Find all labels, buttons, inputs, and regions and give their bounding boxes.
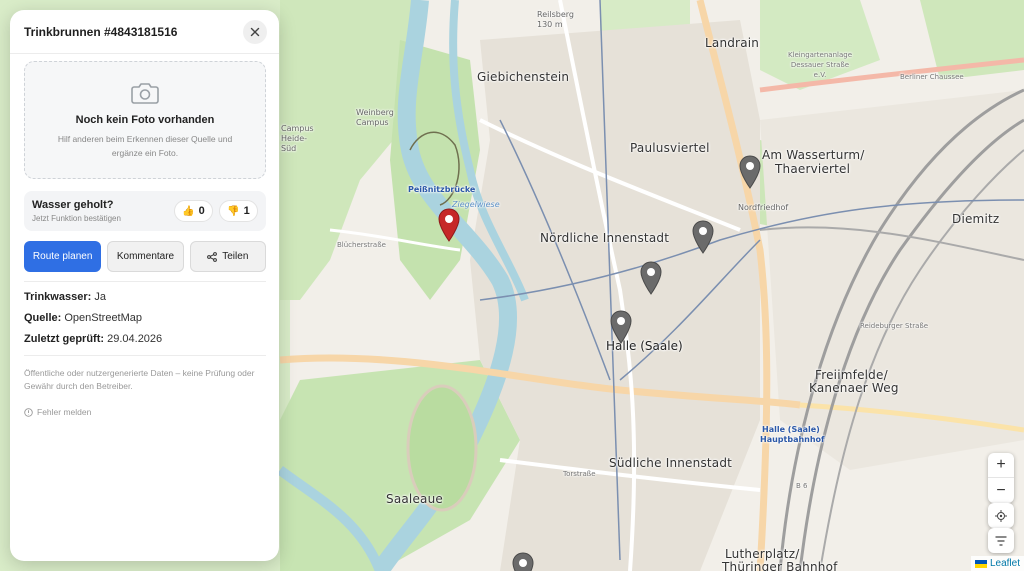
map-label-noerdliche-innenstadt: Nördliche Innenstadt [540, 231, 670, 245]
zoom-in-button[interactable]: + [988, 453, 1014, 478]
map-label-hbf-2: Hauptbahnhof [760, 435, 825, 444]
water-feedback: Wasser geholt? Jetzt Funktion bestätigen… [24, 191, 266, 231]
zoom-out-button[interactable]: − [988, 478, 1014, 503]
map-label-landrain: Landrain [705, 36, 760, 50]
ukraine-flag-icon [974, 559, 987, 568]
map-marker[interactable] [512, 552, 534, 571]
attribution-link[interactable]: Leaflet [990, 558, 1020, 569]
map-label-lutherplatz-1: Lutherplatz/ [725, 547, 800, 561]
map-label-giebichenstein: Giebichenstein [477, 70, 570, 84]
route-button[interactable]: Route planen [24, 241, 102, 272]
panel-title: Trinkbrunnen #4843181516 [24, 24, 178, 39]
thumbs-down-icon: 👎 [227, 205, 240, 217]
info-row-last-checked: Zuletzt geprüft: 29.04.2026 [24, 333, 265, 345]
map-label-kleingarten: Kleingartenanlage Dessauer Straße e.V. [787, 51, 853, 79]
map-label-weinberg: Weinberg Campus [356, 108, 394, 127]
share-label: Teilen [222, 251, 249, 262]
photo-empty-title: Noch kein Foto vorhanden [75, 114, 215, 126]
share-icon [207, 251, 218, 262]
report-error-label: Fehler melden [37, 407, 92, 417]
info-circle-icon [24, 407, 33, 417]
map-label-bluecherstrasse: Blücherstraße [337, 241, 386, 249]
map-label-b6: B 6 [796, 482, 808, 490]
camera-icon [131, 83, 159, 104]
disclaimer-text: Öffentliche oder nutzergenerierte Daten … [24, 368, 255, 391]
map-label-lutherplatz-2: Thüringer Bahnhof [722, 560, 838, 571]
share-button[interactable]: Teilen [189, 241, 266, 272]
close-button[interactable] [243, 19, 267, 44]
divider [24, 355, 266, 356]
map-label-reideburger: Reideburger Straße [860, 322, 929, 330]
close-icon [250, 27, 260, 36]
locate-icon [995, 509, 1007, 522]
info-label: Quelle: [24, 312, 62, 324]
info-list: Trinkwasser: Ja Quelle: OpenStreetMap Zu… [24, 291, 265, 345]
info-row-source: Quelle: OpenStreetMap [24, 312, 265, 324]
map-label-berliner-chaussee: Berliner Chaussee [900, 73, 964, 81]
locate-button[interactable] [988, 503, 1014, 528]
map-label-diemitz: Diemitz [952, 212, 1000, 226]
thumbs-up-icon: 👍 [182, 205, 195, 217]
thumbs-down-button[interactable]: 👎 1 [219, 200, 258, 222]
info-value: 29.04.2026 [107, 333, 163, 345]
filter-icon [995, 535, 1007, 546]
thumbs-down-count: 1 [243, 205, 250, 217]
zoom-control: + − [988, 453, 1014, 503]
map-label-wasserturm-2: Thaerviertel [775, 162, 851, 176]
info-value: Ja [94, 291, 106, 303]
water-hint: Jetzt Funktion bestätigen [32, 214, 121, 223]
water-question: Wasser geholt? [32, 199, 114, 211]
map-label-paulusviertel: Paulusviertel [630, 141, 710, 155]
info-label: Zuletzt geprüft: [24, 333, 105, 345]
info-label: Trinkwasser: [24, 291, 92, 303]
thumbs-up-button[interactable]: 👍 0 [174, 200, 213, 222]
photo-upload-area[interactable]: Noch kein Foto vorhanden Hilf anderen be… [24, 61, 266, 179]
photo-empty-subtitle: Hilf anderen beim Erkennen dieser Quelle… [57, 134, 233, 158]
map-label-torstrasse: Torstraße [563, 470, 596, 478]
action-bar: Route planen Kommentare Teilen [24, 241, 266, 272]
map-label-nordfriedhof: Nordfriedhof [738, 203, 789, 212]
comments-button[interactable]: Kommentare [107, 241, 184, 272]
map-marker[interactable] [610, 310, 632, 344]
map-marker[interactable] [640, 261, 662, 295]
map-label-suedliche-innenstadt: Südliche Innenstadt [609, 456, 733, 470]
report-error-link[interactable]: Fehler melden [24, 407, 265, 417]
filter-button[interactable] [988, 528, 1014, 553]
map-attribution: Leaflet [970, 556, 1024, 571]
thumbs-up-count: 0 [198, 205, 205, 217]
detail-panel: Trinkbrunnen #4843181516 Noch kein Foto … [10, 10, 279, 561]
map-label-campus: Campus Heide-Süd [281, 124, 314, 153]
map-label-freiimfelde-2: Kanenaer Weg [809, 381, 899, 395]
map-label-freiimfelde-1: Freiimfelde/ [815, 368, 888, 382]
map-label-wasserturm-1: Am Wasserturm/ [762, 148, 865, 162]
panel-header: Trinkbrunnen #4843181516 [10, 10, 279, 54]
map-marker[interactable] [739, 155, 761, 189]
info-value: OpenStreetMap [64, 312, 143, 324]
map-label-reilsberg: Reilsberg 130 m [537, 10, 574, 29]
map-label-saaleaue: Saaleaue [386, 492, 443, 506]
divider [24, 281, 266, 282]
map-marker[interactable] [692, 220, 714, 254]
map-label-hbf-1: Halle (Saale) [762, 425, 820, 434]
info-row-drinking-water: Trinkwasser: Ja [24, 291, 265, 303]
map-label-peissnitzbruecke: Peißnitzbrücke [408, 185, 476, 194]
map-marker-selected[interactable] [438, 208, 460, 242]
